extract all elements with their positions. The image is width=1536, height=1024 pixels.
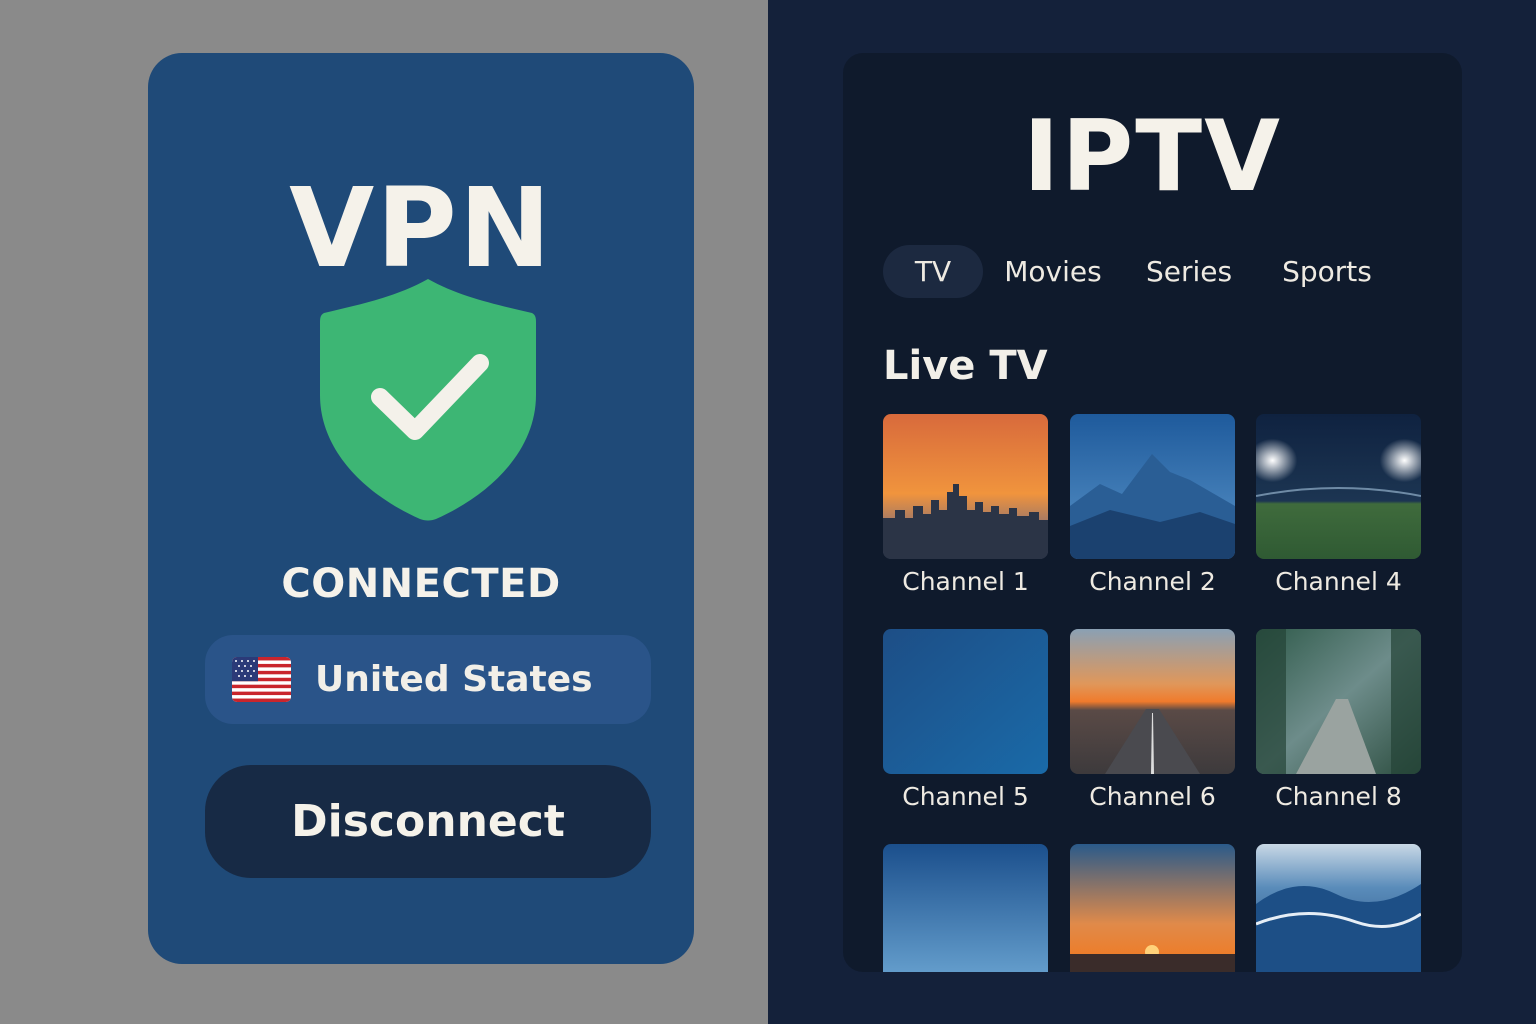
vpn-title: VPN bbox=[289, 164, 553, 292]
channel-tile[interactable]: Channel 4 bbox=[1256, 414, 1421, 596]
section-title: Live TV bbox=[883, 343, 1048, 389]
tab-sports[interactable]: Sports bbox=[1269, 245, 1385, 298]
shield-check-icon bbox=[320, 279, 536, 521]
channel-tile[interactable]: Channel 6 bbox=[1070, 629, 1235, 811]
channel-label: Channel 4 bbox=[1275, 567, 1402, 596]
channel-tile[interactable]: Channel 2 bbox=[1070, 414, 1235, 596]
channel-thumbnail bbox=[1070, 629, 1235, 774]
channel-tile[interactable]: Channel 8 bbox=[1256, 629, 1421, 811]
channel-label: Channel 6 bbox=[1089, 782, 1216, 811]
channel-label: Channel 5 bbox=[902, 782, 1029, 811]
connection-status: CONNECTED bbox=[281, 561, 561, 607]
tab-tv[interactable]: TV bbox=[883, 245, 983, 298]
tab-series[interactable]: Series bbox=[1139, 245, 1239, 298]
vpn-card: VPN CONNECTED United States Disconnect bbox=[148, 53, 694, 964]
channel-label: Channel 1 bbox=[902, 567, 1029, 596]
channel-tile[interactable]: Channel 5 bbox=[883, 629, 1048, 811]
channel-tile[interactable] bbox=[1256, 844, 1421, 972]
channel-thumbnail bbox=[883, 629, 1048, 774]
channel-thumbnail bbox=[1256, 629, 1421, 774]
country-label: United States bbox=[315, 659, 593, 700]
channel-label: Channel 2 bbox=[1089, 567, 1216, 596]
channel-thumbnail bbox=[1070, 844, 1235, 972]
us-flag-icon bbox=[232, 657, 291, 702]
channel-label: Channel 8 bbox=[1275, 782, 1402, 811]
iptv-title: IPTV bbox=[1023, 100, 1282, 214]
channel-tile[interactable] bbox=[883, 844, 1048, 972]
iptv-card: IPTV TV Movies Series Sports Live TV Cha… bbox=[843, 53, 1462, 972]
channel-thumbnail bbox=[883, 844, 1048, 972]
channel-tile[interactable] bbox=[1070, 844, 1235, 972]
channel-thumbnail bbox=[1070, 414, 1235, 559]
country-selector[interactable]: United States bbox=[205, 635, 651, 724]
channel-thumbnail bbox=[883, 414, 1048, 559]
channel-thumbnail bbox=[1256, 414, 1421, 559]
channel-thumbnail bbox=[1256, 844, 1421, 972]
disconnect-button[interactable]: Disconnect bbox=[205, 765, 651, 878]
tab-movies[interactable]: Movies bbox=[995, 245, 1111, 298]
channel-tile[interactable]: Channel 1 bbox=[883, 414, 1048, 596]
